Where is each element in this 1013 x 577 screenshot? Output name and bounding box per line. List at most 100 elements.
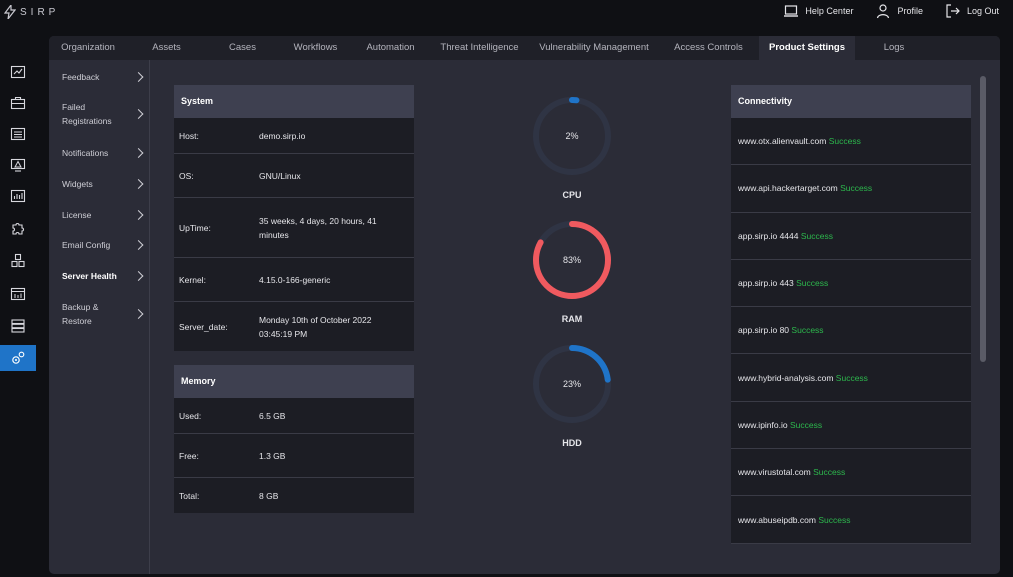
cpu-label: CPU (562, 190, 582, 200)
profile-button[interactable]: Profile (875, 3, 923, 19)
top-tabs: Organization Assets Cases Workflows Auto… (49, 36, 1000, 60)
memory-row-used: Used: 6.5 GB (174, 398, 414, 434)
chevron-right-icon (133, 240, 144, 250)
tab-automation[interactable]: Automation (352, 36, 429, 60)
cpu-percent: 2% (565, 131, 578, 141)
chevron-right-icon (133, 271, 144, 281)
connectivity-status: Success (813, 467, 846, 478)
system-row-server-date: Server_date: Monday 10th of October 2022… (174, 302, 414, 351)
system-row-host: Host: demo.sirp.io (174, 118, 414, 154)
connectivity-row: app.sirp.io 443 Success (731, 260, 971, 308)
nav-dashboard[interactable] (0, 59, 36, 85)
tab-product-settings[interactable]: Product Settings (759, 36, 855, 60)
chevron-right-icon (133, 309, 144, 319)
tab-access-controls[interactable]: Access Controls (658, 36, 759, 60)
connectivity-host-name: www.ipinfo.io (738, 419, 788, 430)
logout-icon (946, 4, 960, 18)
connectivity-status: Success (789, 419, 823, 430)
used-key: Used: (179, 410, 202, 421)
tab-assets[interactable]: Assets (127, 36, 206, 60)
subnav-email-config[interactable]: Email Config (62, 238, 144, 252)
uptime-value: 35 weeks, 4 days, 20 hours, 41 minutes (259, 215, 377, 240)
nav-integrations[interactable] (0, 216, 36, 242)
top-bar: SIRP Help Center Profile Log Out (0, 0, 1013, 28)
tab-threat-intelligence[interactable]: Threat Intelligence (429, 36, 530, 60)
connectivity-row: www.ipinfo.io Success (731, 402, 971, 450)
subnav-notifications[interactable]: Notifications (62, 146, 144, 160)
connectivity-status: Success (796, 278, 829, 289)
gear-icon (12, 351, 25, 364)
database-icon (11, 319, 25, 333)
connectivity-host: app.sirp.io 80 Success (738, 325, 824, 335)
total-value: 8 GB (259, 490, 279, 501)
report-icon (10, 287, 26, 301)
used-value: 6.5 GB (259, 410, 286, 421)
connectivity-host: www.hybrid-analysis.com Success (738, 373, 868, 383)
connectivity-card-title: Connectivity (731, 85, 971, 118)
connectivity-status: Success (800, 230, 833, 241)
memory-card-title: Memory (174, 365, 414, 398)
connectivity-host-name: app.sirp.io 443 (738, 278, 794, 289)
uptime-key: UpTime: (179, 222, 211, 233)
connectivity-status: Success (791, 325, 824, 336)
hdd-gauge: 23% HDD (527, 342, 617, 448)
chart-icon (10, 189, 26, 203)
nav-assets[interactable] (0, 248, 36, 274)
server-date-value: Monday 10th of October 2022 03:45:19 PM (259, 314, 372, 339)
logout-button[interactable]: Log Out (945, 3, 999, 19)
subnav-license[interactable]: License (62, 208, 144, 222)
subnav-backup-restore[interactable]: Backup & Restore (62, 300, 144, 328)
free-value: 1.3 GB (259, 450, 286, 461)
nav-cases[interactable] (0, 90, 36, 116)
system-card: System Host: demo.sirp.io OS: GNU/Linux … (174, 85, 414, 351)
nav-settings[interactable] (0, 345, 36, 371)
connectivity-row: app.sirp.io 4444 Success (731, 213, 971, 260)
hdd-gauge-ring: 23% (533, 345, 611, 423)
ram-gauge: 83% RAM (527, 218, 617, 324)
nav-analytics[interactable] (0, 281, 36, 307)
puzzle-icon (12, 222, 25, 235)
connectivity-host-name: app.sirp.io 80 (738, 325, 790, 336)
chevron-right-icon (133, 109, 144, 119)
connectivity-status: Success (828, 136, 861, 147)
chevron-right-icon (133, 148, 144, 158)
nav-alerts[interactable] (0, 152, 36, 178)
subnav-backup-restore-label: Backup & Restore (62, 302, 99, 326)
tab-logs[interactable]: Logs (855, 36, 933, 60)
left-nav (0, 28, 36, 577)
connectivity-host-name: www.hybrid-analysis.com (738, 372, 834, 383)
subnav-license-label: License (62, 210, 92, 220)
profile-label: Profile (897, 6, 923, 16)
kernel-value: 4.15.0-166-generic (259, 274, 331, 285)
subnav-email-config-label: Email Config (62, 240, 111, 250)
connectivity-status: Success (840, 183, 873, 194)
tab-vulnerability-management[interactable]: Vulnerability Management (530, 36, 658, 60)
chevron-right-icon (133, 72, 144, 82)
connectivity-status: Success (835, 372, 868, 383)
ram-label: RAM (561, 314, 583, 324)
subnav-widgets[interactable]: Widgets (62, 177, 144, 191)
ram-percent: 83% (563, 255, 581, 265)
total-key: Total: (179, 490, 200, 501)
cubes-icon (11, 253, 25, 268)
logo-text: SIRP (20, 6, 60, 18)
help-center-button[interactable]: Help Center (783, 3, 853, 19)
subnav-feedback[interactable]: Feedback (62, 70, 144, 84)
system-row-uptime: UpTime: 35 weeks, 4 days, 20 hours, 41 m… (174, 198, 414, 258)
sirp-logo[interactable]: SIRP (4, 5, 59, 19)
subnav-feedback-label: Feedback (62, 72, 100, 82)
nav-database[interactable] (0, 313, 36, 339)
connectivity-card: Connectivity www.otx.alienvault.com Succ… (731, 85, 971, 544)
list-icon (10, 127, 26, 141)
tab-workflows[interactable]: Workflows (279, 36, 352, 60)
connectivity-host-name: www.virustotal.com (738, 467, 811, 478)
tab-organization[interactable]: Organization (49, 36, 127, 60)
tab-cases[interactable]: Cases (206, 36, 279, 60)
system-card-title: System (174, 85, 414, 118)
scrollbar[interactable] (980, 76, 986, 362)
nav-list[interactable] (0, 121, 36, 147)
nav-reports[interactable] (0, 183, 36, 209)
subnav-server-health[interactable]: Server Health (62, 269, 144, 283)
briefcase-icon (10, 96, 26, 110)
subnav-failed-registrations[interactable]: Failed Registrations (62, 100, 144, 128)
